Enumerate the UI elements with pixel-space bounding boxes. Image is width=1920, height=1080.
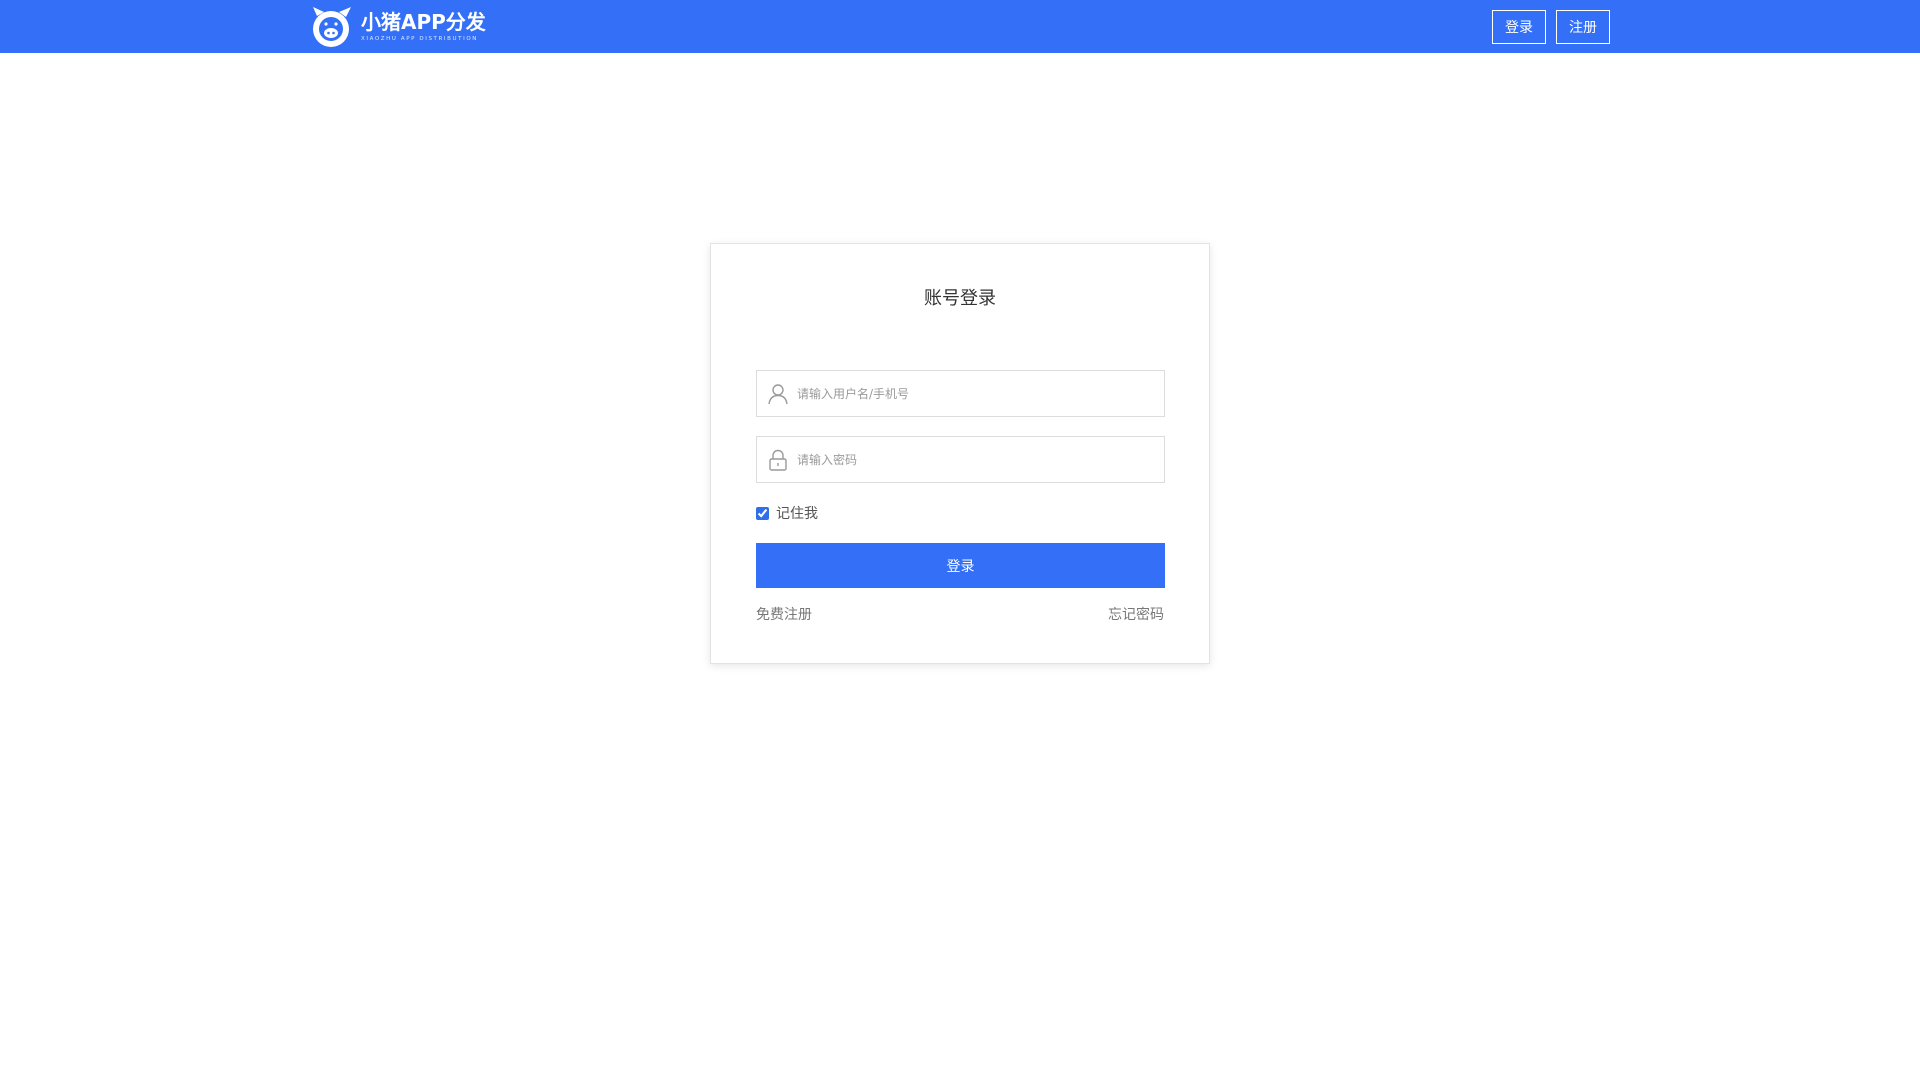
top-navbar: 小猪APP分发 XIAOZHU APP DISTRIBUTION 登录 注册 bbox=[0, 0, 1920, 53]
remember-me: 记住我 bbox=[756, 503, 818, 523]
user-icon bbox=[768, 384, 788, 405]
login-submit-button[interactable]: 登录 bbox=[756, 543, 1165, 588]
nav-register-button[interactable]: 注册 bbox=[1556, 10, 1610, 44]
remember-me-label[interactable]: 记住我 bbox=[776, 503, 818, 523]
password-input[interactable] bbox=[797, 437, 1157, 482]
remember-me-checkbox[interactable] bbox=[756, 506, 769, 520]
logo[interactable]: 小猪APP分发 XIAOZHU APP DISTRIBUTION bbox=[309, 4, 486, 49]
forgot-password-link[interactable]: 忘记密码 bbox=[1108, 604, 1164, 624]
lock-icon bbox=[769, 449, 787, 471]
pig-logo-icon bbox=[313, 7, 351, 47]
login-card: 账号登录 记住我 登录 免费注册 忘记密码 bbox=[710, 243, 1210, 664]
nav-login-button[interactable]: 登录 bbox=[1492, 10, 1546, 44]
free-register-link[interactable]: 免费注册 bbox=[756, 604, 812, 624]
password-field[interactable] bbox=[756, 436, 1165, 483]
login-title: 账号登录 bbox=[924, 288, 996, 309]
username-field[interactable] bbox=[756, 370, 1165, 417]
logo-title: 小猪APP分发 bbox=[361, 9, 486, 34]
logo-subtitle: XIAOZHU APP DISTRIBUTION bbox=[361, 35, 478, 42]
username-input[interactable] bbox=[797, 371, 1157, 416]
